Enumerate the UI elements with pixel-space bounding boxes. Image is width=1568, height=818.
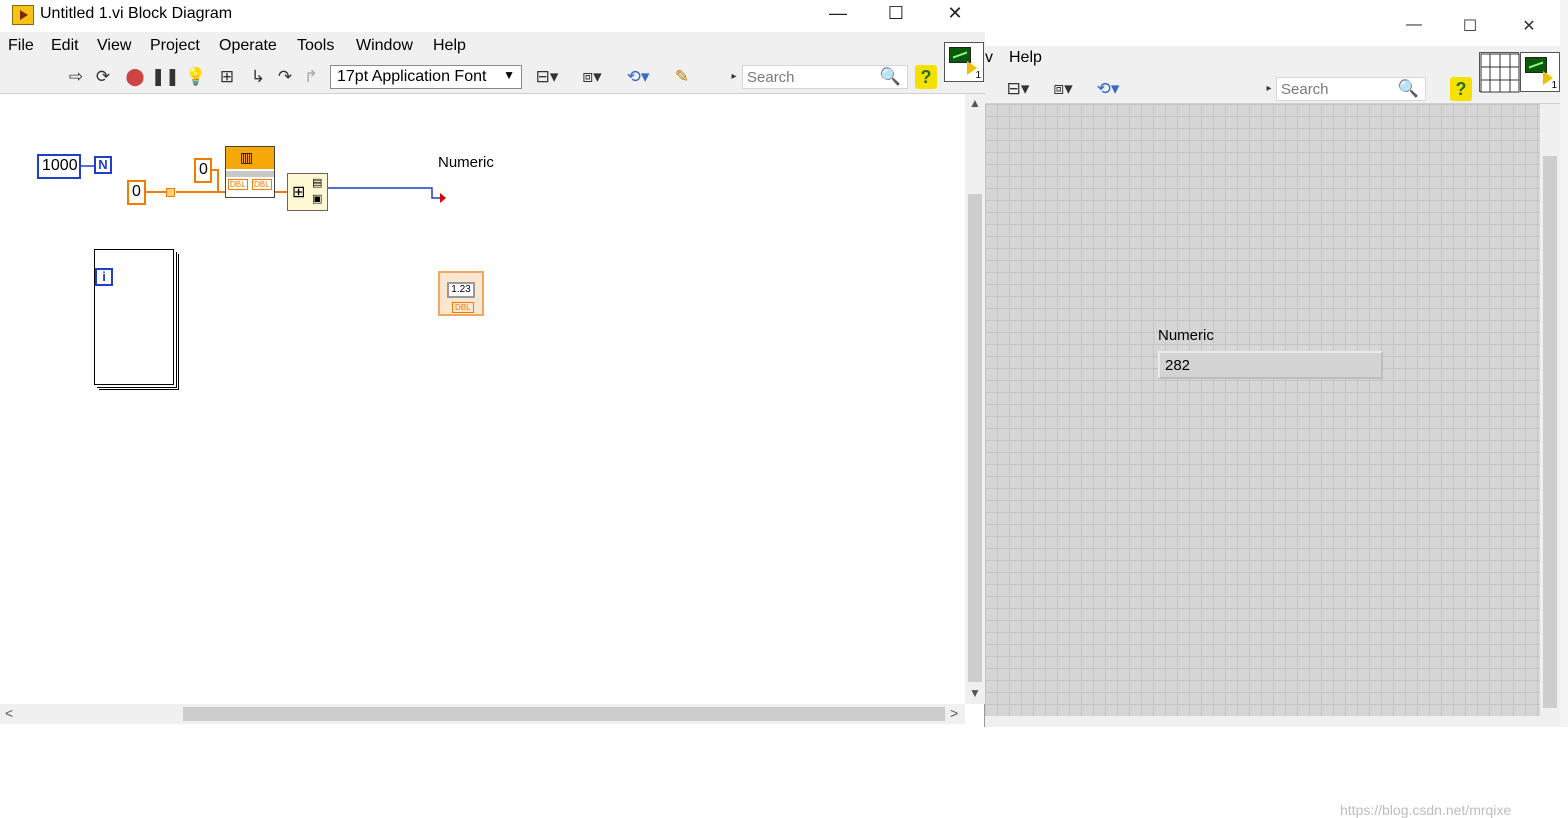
menu-project[interactable]: Project xyxy=(150,37,200,55)
front-panel-toolbar: ⊟▾ ⧈▾ ⟲▾ ▸ Search 🔍 ? xyxy=(985,72,1560,104)
reorder-icon[interactable]: ⟲▾ xyxy=(1093,79,1123,99)
step-out-icon[interactable]: ↱ xyxy=(300,67,322,87)
array-function-node[interactable]: ⊞ ▤ ▣ xyxy=(287,173,328,211)
context-help-icon[interactable]: ? xyxy=(915,65,937,89)
menu-view[interactable]: View xyxy=(97,37,131,55)
front-panel-titlebar: — ☐ ✕ xyxy=(985,8,1560,46)
building-icon: ▥ xyxy=(240,149,254,165)
step-over-icon[interactable]: ↷ xyxy=(274,67,296,87)
menu-edit[interactable]: Edit xyxy=(51,37,79,55)
search-icon[interactable]: 🔍 xyxy=(880,67,901,87)
front-panel-window: — ☐ ✕ v Help ⊟▾ ⧈▾ ⟲▾ ▸ Search 🔍 ? 1 Num… xyxy=(985,0,1568,818)
run-icon[interactable]: ⇨ xyxy=(66,67,86,87)
background-strip xyxy=(985,0,1568,8)
menubar: File Edit View Project Operate Tools Win… xyxy=(0,32,985,60)
menu-tools[interactable]: Tools xyxy=(297,37,334,55)
maximize-button[interactable]: ☐ xyxy=(1455,16,1485,38)
scroll-left-icon[interactable]: < xyxy=(5,705,13,721)
dbl-terminal-a: DBL xyxy=(228,179,248,190)
scroll-down-icon[interactable]: ▼ xyxy=(969,686,981,700)
abort-icon[interactable]: ⬤ xyxy=(125,67,145,87)
front-panel-canvas[interactable]: Numeric 282 https://blog.csdn.net/mrqixe xyxy=(985,104,1540,818)
coercion-dot xyxy=(440,193,446,203)
search-expander-icon[interactable]: ▸ xyxy=(1265,79,1273,99)
menu-file[interactable]: File xyxy=(8,37,34,55)
labview-vi-icon xyxy=(12,5,34,25)
menu-window[interactable]: Window xyxy=(356,37,413,55)
shift-init-constant[interactable]: 0 xyxy=(127,180,146,205)
subvi-divider xyxy=(226,171,274,177)
subvi-node[interactable]: ▥ DBL DBL xyxy=(225,146,275,198)
numeric-constant[interactable]: 0 xyxy=(194,158,212,183)
menu-operate[interactable]: Operate xyxy=(219,37,277,55)
connector-pane-grid xyxy=(1480,53,1520,93)
vi-icon[interactable]: 1 xyxy=(944,42,984,82)
subvi-header: ▥ xyxy=(226,147,274,169)
numeric-indicator-terminal[interactable]: 1.23 DBL xyxy=(438,271,484,316)
search-input[interactable]: Search 🔍 xyxy=(1276,77,1426,101)
scroll-thumb[interactable] xyxy=(1543,156,1557,708)
reorder-icon[interactable]: ⟲▾ xyxy=(621,67,655,87)
connector-pane-icon[interactable] xyxy=(1479,52,1520,93)
block-diagram-canvas[interactable]: 1000 N i 0 0 ▥ DBL DBL ⊞ ▤ ▣ Numeric 1.2… xyxy=(0,94,965,704)
loop-count-constant[interactable]: 1000 xyxy=(37,154,81,179)
close-button[interactable]: ✕ xyxy=(1514,16,1544,38)
align-objects-icon[interactable]: ⊟▾ xyxy=(530,67,564,87)
distribute-objects-icon[interactable]: ⊟▾ xyxy=(1003,79,1033,99)
window-title: Untitled 1.vi Block Diagram xyxy=(40,5,233,22)
indicator-display: 1.23 xyxy=(447,282,475,298)
search-input[interactable]: Search 🔍 xyxy=(742,65,908,89)
watermark: https://blog.csdn.net/mrqixe xyxy=(1340,802,1512,818)
maximize-button[interactable]: ☐ xyxy=(876,3,916,27)
const-wire[interactable] xyxy=(211,169,219,192)
numeric-indicator[interactable]: 282 xyxy=(1158,351,1383,379)
block-diagram-titlebar: Untitled 1.vi Block Diagram — ☐ ✕ xyxy=(0,0,985,32)
dbl-terminal-b: DBL xyxy=(252,179,272,190)
distribute-objects-icon[interactable]: ⧈▾ xyxy=(575,67,609,87)
highlight-execution-icon[interactable]: 💡 xyxy=(185,67,207,87)
array-output-icon: ▤ xyxy=(312,177,323,189)
horizontal-scrollbar[interactable]: < > xyxy=(0,704,965,724)
result-wire[interactable] xyxy=(328,187,441,199)
run-continuously-icon[interactable]: ⟳ xyxy=(92,67,114,87)
minimize-button[interactable]: — xyxy=(1399,16,1429,38)
scroll-right-icon[interactable]: > xyxy=(950,705,958,721)
numeric-label: Numeric xyxy=(1158,327,1214,344)
front-panel-horizontal-scrollbar[interactable] xyxy=(985,716,1560,727)
window-edge xyxy=(1560,0,1568,727)
menu-partial-item[interactable]: v xyxy=(985,49,993,67)
dbl-badge: DBL xyxy=(452,302,474,313)
search-icon[interactable]: 🔍 xyxy=(1398,79,1419,99)
array-icon: ⊞ xyxy=(292,184,306,201)
scroll-thumb[interactable] xyxy=(968,194,982,682)
chevron-down-icon: ▼ xyxy=(503,68,515,82)
array-index-icon: ▣ xyxy=(312,193,323,205)
indicator-label: Numeric xyxy=(438,154,494,171)
context-help-icon[interactable]: ? xyxy=(1450,77,1472,101)
font-select[interactable]: 17pt Application Font ▼ xyxy=(330,65,522,89)
scroll-up-icon[interactable]: ▲ xyxy=(969,96,981,110)
pause-icon[interactable]: ❚❚ xyxy=(151,67,180,87)
iteration-terminal[interactable]: i xyxy=(95,268,113,286)
search-expander-icon[interactable]: ▸ xyxy=(730,67,738,87)
scroll-thumb[interactable] xyxy=(183,707,945,721)
clean-up-diagram-icon[interactable]: ✎ xyxy=(668,67,696,87)
vertical-scrollbar[interactable]: ▲ ▼ xyxy=(965,94,985,704)
menu-help[interactable]: Help xyxy=(1009,49,1042,67)
block-diagram-window: Untitled 1.vi Block Diagram — ☐ ✕ File E… xyxy=(0,0,985,727)
count-terminal[interactable]: N xyxy=(94,156,112,174)
menu-help[interactable]: Help xyxy=(433,37,466,55)
close-button[interactable]: ✕ xyxy=(935,3,975,27)
minimize-button[interactable]: — xyxy=(818,3,858,27)
resize-objects-icon[interactable]: ⧈▾ xyxy=(1047,79,1079,99)
front-panel-vertical-scrollbar[interactable] xyxy=(1540,104,1560,716)
front-panel-menubar: v Help xyxy=(985,46,1560,72)
retain-wire-values-icon[interactable]: ⊞ xyxy=(215,67,239,87)
vi-icon[interactable]: 1 xyxy=(1520,52,1560,92)
toolbar: ⇨ ⟳ ⬤ ❚❚ 💡 ⊞ ↳ ↷ ↱ 17pt Application Font… xyxy=(0,60,985,94)
step-into-icon[interactable]: ↳ xyxy=(247,67,269,87)
shift-register[interactable] xyxy=(166,188,175,197)
